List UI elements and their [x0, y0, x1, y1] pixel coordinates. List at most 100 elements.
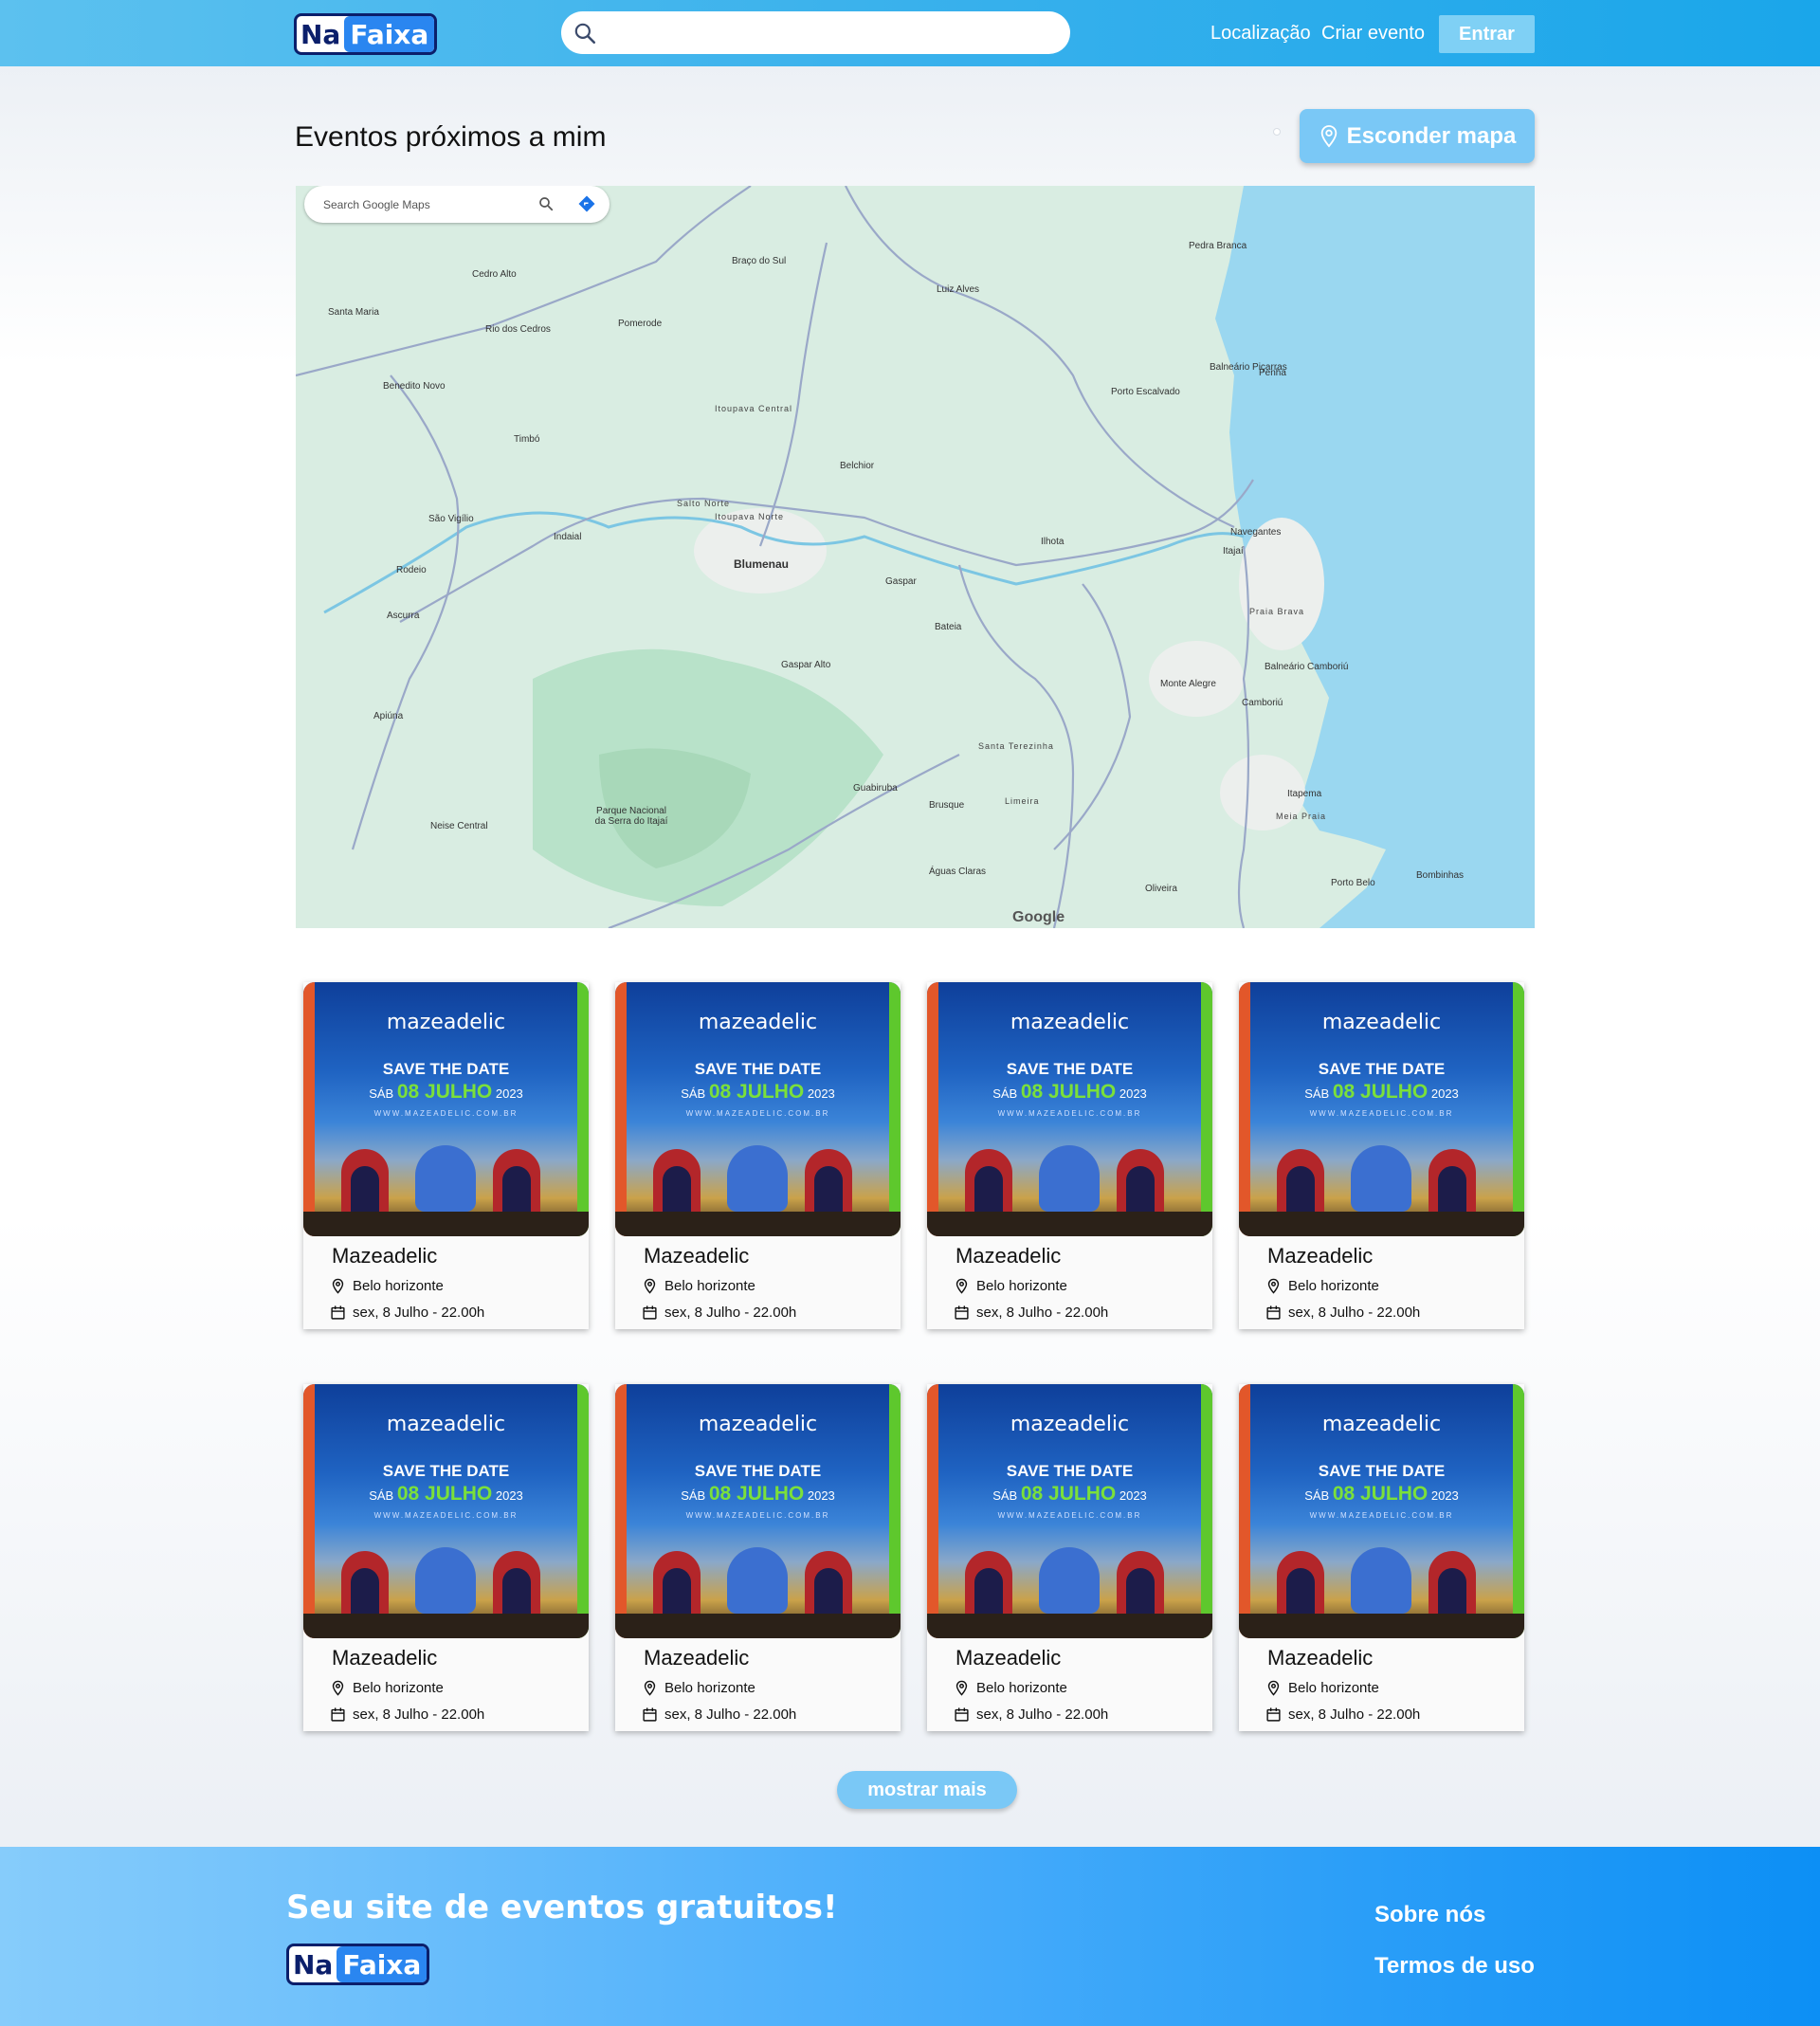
location-pin-icon	[956, 1278, 968, 1294]
poster-genie	[1039, 1145, 1100, 1212]
poster-date-main: 08 JULHO	[708, 1483, 805, 1505]
poster-date-main: 08 JULHO	[396, 1081, 493, 1103]
map-label-porto-escalvado: Porto Escalvado	[1111, 387, 1180, 397]
event-date: sex, 8 Julho - 22.00h	[664, 1305, 797, 1321]
poster-crowd	[615, 1614, 901, 1638]
event-poster-image[interactable]: mazeadelic SAVE THE DATE SÁB 08 JULHO 20…	[1239, 1384, 1524, 1638]
map-label-indaial: Indaial	[554, 532, 582, 542]
map-label-benedito-novo: Benedito Novo	[383, 381, 446, 392]
nav-create-event-link[interactable]: Criar evento	[1321, 23, 1425, 45]
map-search-box[interactable]: Search Google Maps	[304, 186, 610, 223]
event-name[interactable]: Mazeadelic	[644, 1244, 749, 1269]
location-pin-icon	[644, 1680, 656, 1696]
poster-year: 2023	[1119, 1086, 1147, 1101]
hide-map-button[interactable]: Esconder mapa	[1300, 109, 1535, 163]
map-label-parque-nacional: Parque Nacional da Serra do Itajaí	[594, 806, 668, 827]
poster-date-main: 08 JULHO	[1020, 1081, 1117, 1103]
event-card[interactable]: mazeadelic SAVE THE DATE SÁB 08 JULHO 20…	[927, 1384, 1212, 1731]
page-title: Eventos próximos a mim	[295, 121, 607, 153]
poster-day: SÁB	[369, 1086, 394, 1101]
search-icon[interactable]	[573, 21, 597, 46]
event-card[interactable]: mazeadelic SAVE THE DATE SÁB 08 JULHO 20…	[615, 982, 901, 1329]
event-date-row: sex, 8 Julho - 22.00h	[330, 1305, 484, 1321]
event-poster-image[interactable]: mazeadelic SAVE THE DATE SÁB 08 JULHO 20…	[927, 982, 1212, 1236]
event-date-row: sex, 8 Julho - 22.00h	[330, 1707, 484, 1723]
event-date-row: sex, 8 Julho - 22.00h	[954, 1305, 1108, 1321]
event-date: sex, 8 Julho - 22.00h	[353, 1305, 485, 1321]
event-name[interactable]: Mazeadelic	[956, 1646, 1061, 1670]
poster-year: 2023	[495, 1086, 523, 1101]
event-location-row: Belo horizonte	[954, 1680, 1067, 1696]
event-name[interactable]: Mazeadelic	[332, 1646, 437, 1670]
terms-link[interactable]: Termos de uso	[1374, 1953, 1535, 1980]
event-date: sex, 8 Julho - 22.00h	[1288, 1707, 1421, 1723]
event-poster-image[interactable]: mazeadelic SAVE THE DATE SÁB 08 JULHO 20…	[615, 1384, 901, 1638]
poster-crowd	[1239, 1212, 1524, 1236]
event-poster-image[interactable]: mazeadelic SAVE THE DATE SÁB 08 JULHO 20…	[1239, 982, 1524, 1236]
map-label-gaspar: Gaspar	[885, 576, 917, 587]
search-input[interactable]	[561, 11, 1070, 54]
poster-day: SÁB	[992, 1086, 1018, 1101]
map-label-balneario-camboriu: Balneário Camboriú	[1265, 662, 1349, 672]
nav-location-link[interactable]: Localização	[1210, 23, 1311, 45]
event-name[interactable]: Mazeadelic	[332, 1244, 437, 1269]
event-location: Belo horizonte	[353, 1680, 444, 1696]
map-label-sao-vigilio: São Vigílio	[428, 514, 474, 524]
show-more-button[interactable]: mostrar mais	[837, 1771, 1017, 1809]
event-name[interactable]: Mazeadelic	[1267, 1646, 1373, 1670]
poster-tent	[965, 1149, 1012, 1215]
poster-year: 2023	[1430, 1086, 1459, 1101]
poster-crowd	[927, 1614, 1212, 1638]
event-card[interactable]: mazeadelic SAVE THE DATE SÁB 08 JULHO 20…	[1239, 1384, 1524, 1731]
logo-na: Na	[300, 18, 341, 50]
event-date-row: sex, 8 Julho - 22.00h	[954, 1707, 1108, 1723]
poster-date-main: 08 JULHO	[708, 1081, 805, 1103]
event-name[interactable]: Mazeadelic	[644, 1646, 749, 1670]
event-card[interactable]: mazeadelic SAVE THE DATE SÁB 08 JULHO 20…	[303, 1384, 589, 1731]
event-card[interactable]: mazeadelic SAVE THE DATE SÁB 08 JULHO 20…	[303, 982, 589, 1329]
map-label-rodeio: Rodeio	[396, 565, 427, 575]
event-card[interactable]: mazeadelic SAVE THE DATE SÁB 08 JULHO 20…	[615, 1384, 901, 1731]
event-poster-image[interactable]: mazeadelic SAVE THE DATE SÁB 08 JULHO 20…	[615, 982, 901, 1236]
about-link[interactable]: Sobre nós	[1374, 1902, 1485, 1928]
poster-tent	[1277, 1551, 1324, 1617]
poster-date: SÁB 08 JULHO 2023	[303, 1483, 589, 1506]
location-pin-icon	[332, 1680, 344, 1696]
event-name[interactable]: Mazeadelic	[956, 1244, 1061, 1269]
poster-tent	[1429, 1149, 1476, 1215]
event-location-row: Belo horizonte	[642, 1278, 755, 1294]
calendar-icon	[955, 1305, 969, 1320]
event-poster-image[interactable]: mazeadelic SAVE THE DATE SÁB 08 JULHO 20…	[927, 1384, 1212, 1638]
event-location: Belo horizonte	[664, 1278, 755, 1294]
poster-genie	[415, 1547, 476, 1614]
event-location-row: Belo horizonte	[954, 1278, 1067, 1294]
map-label-bateia: Bateia	[935, 622, 962, 632]
poster-crowd	[927, 1212, 1212, 1236]
event-name[interactable]: Mazeadelic	[1267, 1244, 1373, 1269]
poster-date: SÁB 08 JULHO 2023	[927, 1081, 1212, 1104]
poster-day: SÁB	[1304, 1488, 1330, 1503]
nafaixa-logo[interactable]: Na Faixa	[294, 13, 438, 55]
map-label-neise-central: Neise Central	[430, 821, 488, 831]
poster-date: SÁB 08 JULHO 2023	[303, 1081, 589, 1104]
events-map[interactable]: Search Google Maps Blumenau Salto Norte …	[296, 186, 1535, 928]
toggle-dot[interactable]	[1273, 128, 1281, 136]
poster-day: SÁB	[1304, 1086, 1330, 1101]
event-card[interactable]: mazeadelic SAVE THE DATE SÁB 08 JULHO 20…	[1239, 982, 1524, 1329]
event-date-row: sex, 8 Julho - 22.00h	[1265, 1707, 1420, 1723]
map-label-itajai: Itajaí	[1223, 546, 1244, 557]
event-card[interactable]: mazeadelic SAVE THE DATE SÁB 08 JULHO 20…	[927, 982, 1212, 1329]
map-label-timbo: Timbó	[514, 434, 540, 445]
poster-tent	[1117, 1149, 1164, 1215]
map-search-icon[interactable]	[537, 195, 555, 212]
event-poster-image[interactable]: mazeadelic SAVE THE DATE SÁB 08 JULHO 20…	[303, 982, 589, 1236]
footer-logo[interactable]: Na Faixa	[286, 1944, 430, 1985]
map-label-belchior: Belchior	[840, 461, 875, 471]
poster-save-the-date: SAVE THE DATE	[1006, 1060, 1134, 1078]
location-pin-icon	[1267, 1680, 1280, 1696]
login-button[interactable]: Entrar	[1439, 15, 1535, 53]
poster-brand: mazeadelic	[386, 1413, 506, 1436]
directions-icon[interactable]	[578, 195, 595, 212]
event-date-row: sex, 8 Julho - 22.00h	[642, 1305, 796, 1321]
event-poster-image[interactable]: mazeadelic SAVE THE DATE SÁB 08 JULHO 20…	[303, 1384, 589, 1638]
